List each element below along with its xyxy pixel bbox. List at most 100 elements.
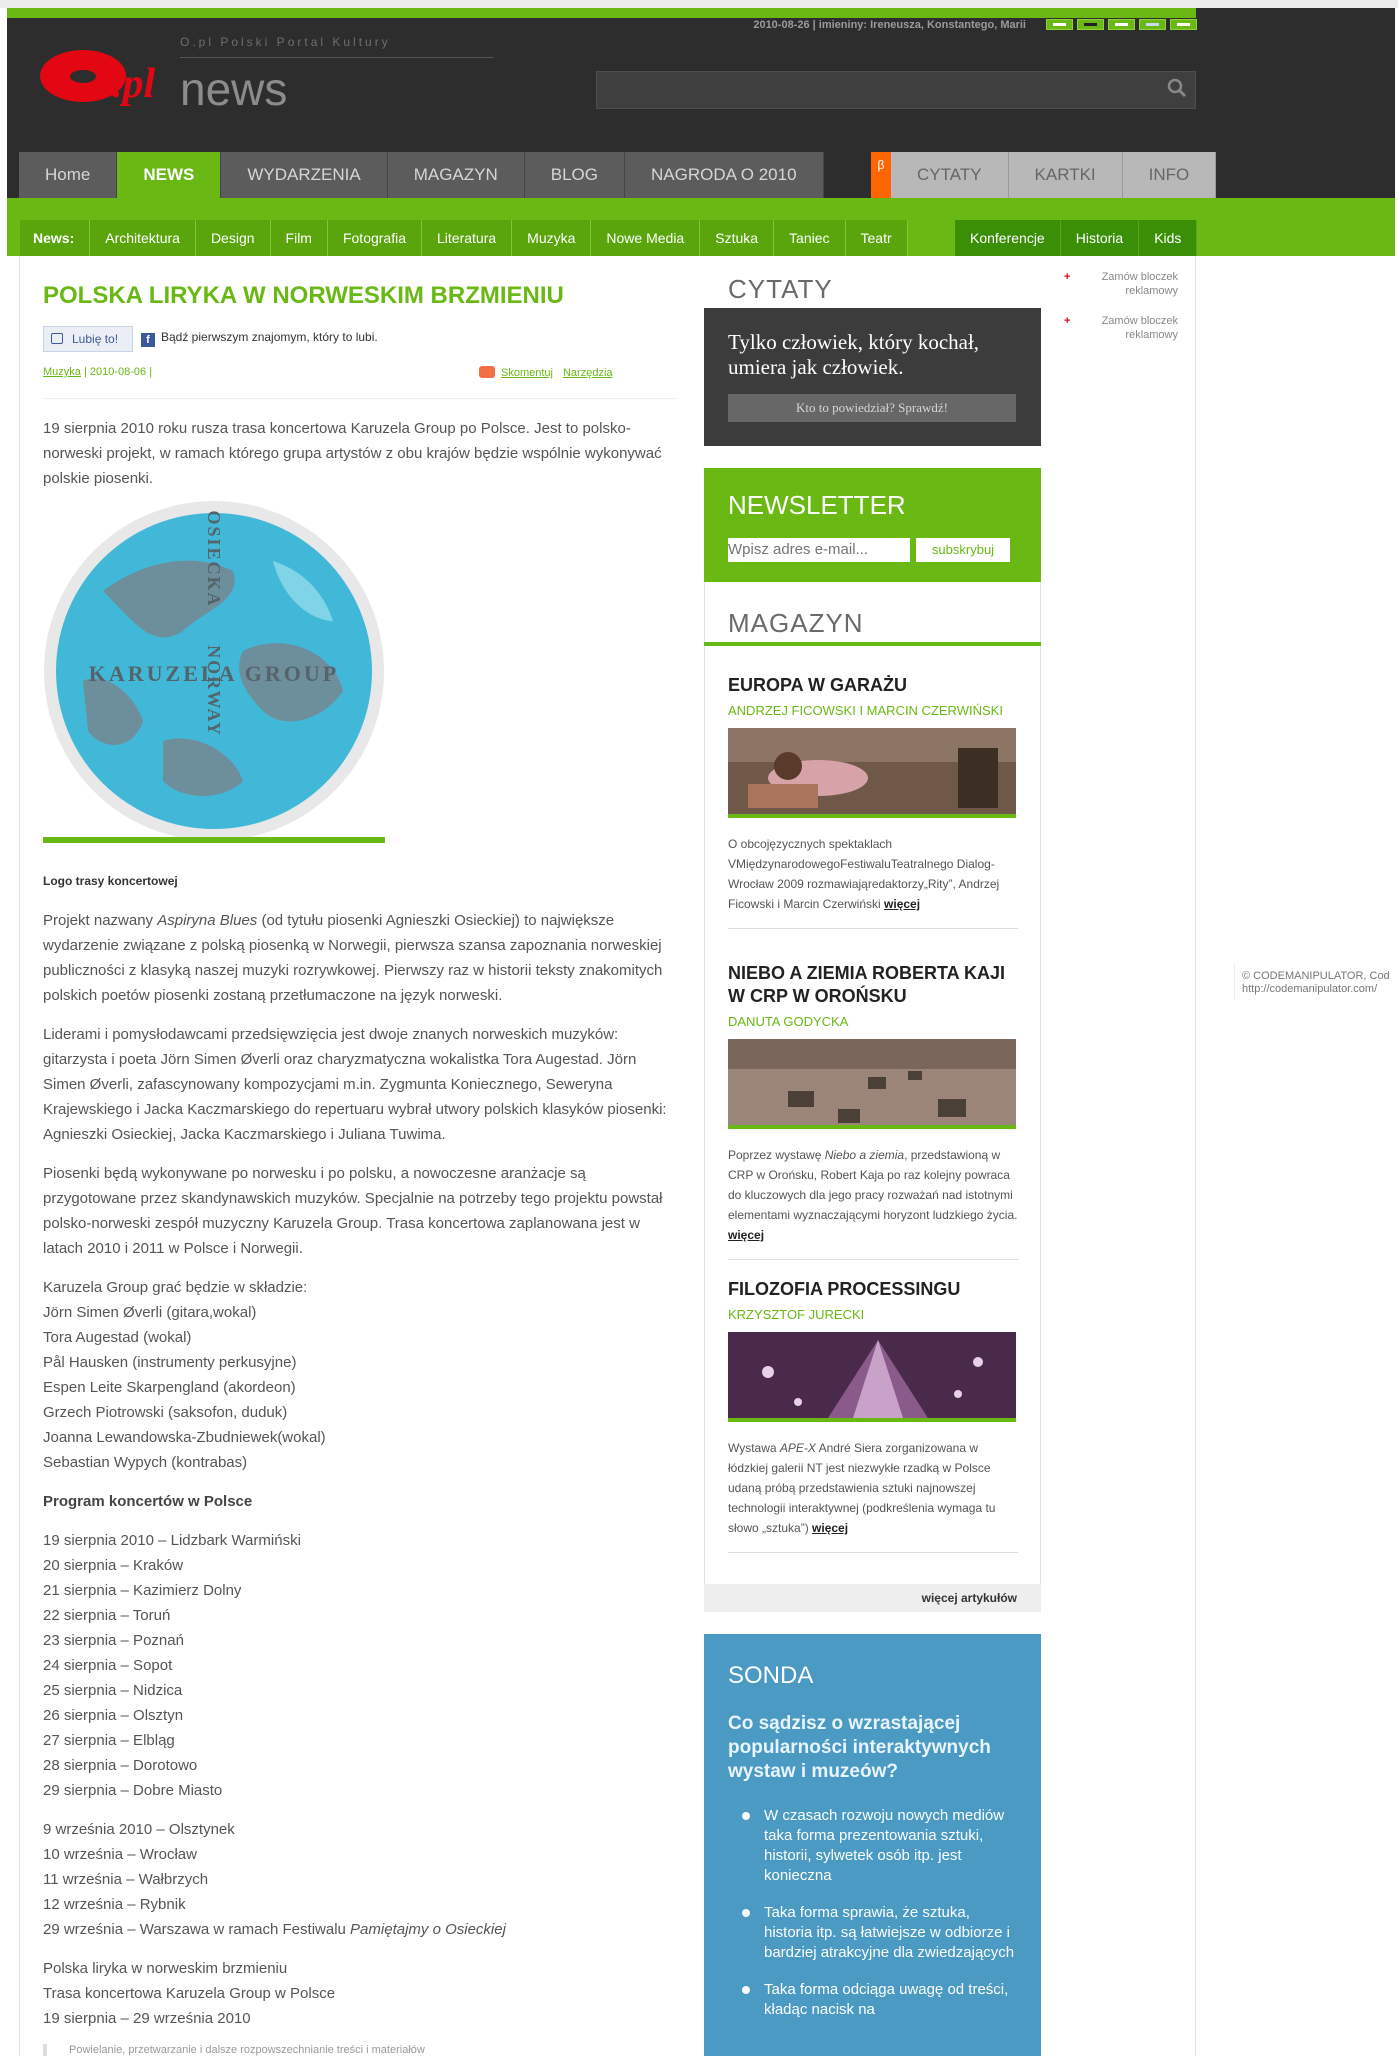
subnav-historia[interactable]: Historia [1061, 220, 1140, 256]
nav-news[interactable]: NEWS [117, 152, 222, 198]
magazine-article: NIEBO A ZIEMIA ROBERTA KAJI W CRP W OROŃ… [728, 962, 1018, 1260]
summary: Polska liryka w norweskim brzmieniu Tras… [43, 1960, 336, 2027]
lang-flag-3[interactable] [1108, 19, 1135, 30]
magazine-article-image[interactable] [728, 1332, 1016, 1422]
magazine-article-author: ANDRZEJ FICOWSKI I MARCIN CZERWIŃSKI [728, 703, 1003, 718]
image-text-norway: NORWAY [204, 645, 224, 737]
subnav-design[interactable]: Design [196, 220, 271, 256]
nav-blog[interactable]: BLOG [524, 152, 626, 198]
subnav-muzyka[interactable]: Muzyka [512, 220, 592, 256]
logo-pl: .pl [112, 61, 156, 107]
poll-option[interactable]: Taka forma sprawia, że sztuka, historia … [728, 1903, 1018, 1963]
subnav-kids[interactable]: Kids [1139, 220, 1198, 256]
ad-link[interactable]: + Zamów bloczek reklamowy [1060, 270, 1178, 298]
poll-option[interactable]: Taka forma odciąga uwagę od treści, kład… [728, 1980, 1018, 2020]
subnav-architektura[interactable]: Architektura [90, 220, 196, 256]
poll-option[interactable]: W czasach rozwoju nowych mediów taka for… [728, 1806, 1018, 1886]
logo-section: news [180, 63, 288, 115]
like-info: f Bądź pierwszym znajomym, który to lubi. [141, 330, 378, 347]
comment-link[interactable]: Skomentuj [501, 367, 553, 379]
subnav-teatr[interactable]: Teatr [846, 220, 908, 256]
tour-logo-image: KARUZELA GROUP OSIECKA NORWAY [43, 501, 385, 843]
nav-wydarzenia[interactable]: WYDARZENIA [221, 152, 388, 198]
subnav-nowe-media[interactable]: Nowe Media [591, 220, 701, 256]
search-input[interactable] [596, 71, 1196, 109]
magazine-article: EUROPA W GARAŻU ANDRZEJ FICOWSKI I MARCI… [728, 674, 1018, 929]
plus-icon: + [1064, 271, 1071, 283]
logo-subtitle: O.pl Polski Portal Kultury [180, 35, 391, 49]
article-title: POLSKA LIRYKA W NORWESKIM BRZMIENIU [43, 282, 564, 309]
magazyn-heading: MAGAZYN [728, 608, 864, 638]
thumbs-up-icon [51, 333, 63, 344]
more-link[interactable]: więcej [728, 1228, 764, 1242]
like-button[interactable]: Lubię to! [43, 326, 133, 352]
subnav-sztuka[interactable]: Sztuka [700, 220, 775, 256]
magazine-article-title[interactable]: FILOZOFIA PROCESSINGU [728, 1278, 1018, 1301]
more-link[interactable]: więcej [812, 1521, 848, 1535]
magazine-article-desc: O obcojęzycznych spektaklach VMiędzynaro… [728, 837, 1000, 911]
program-september: 9 września 2010 – Olsztynek 10 września … [43, 1821, 506, 1938]
magazine-article-image[interactable] [728, 728, 1016, 818]
subscribe-button[interactable]: subskrybuj [916, 538, 1010, 562]
poll-question: Co sądzisz o wzrastającej popularności i… [728, 1713, 991, 1782]
lang-flag-1[interactable] [1046, 19, 1073, 30]
lang-flag-5[interactable] [1170, 19, 1197, 30]
poll-answers: W czasach rozwoju nowych mediów taka for… [728, 1806, 1018, 2037]
nav-magazyn[interactable]: MAGAZYN [387, 152, 525, 198]
nav-kartki[interactable]: KARTKI [1008, 152, 1123, 198]
magazine-article-image[interactable] [728, 1039, 1016, 1129]
radio-icon[interactable] [742, 1986, 750, 1994]
codemanipulator-credit: © CODEMANIPULATOR, Cod http://codemanipul… [1242, 970, 1390, 995]
ad-link[interactable]: + Zamów bloczek reklamowy [1060, 314, 1178, 342]
date-nameday: 2010-08-26 | imieniny: Ireneusza, Konsta… [753, 19, 1026, 31]
magazyn-divider [704, 642, 1041, 646]
nav-nagroda[interactable]: NAGRODA O 2010 [625, 152, 824, 198]
program-august: 19 sierpnia 2010 – Lidzbark Warmiński 20… [43, 1532, 301, 1799]
newsletter-box: NEWSLETTER subskrybuj [704, 468, 1041, 582]
magazine-article: FILOZOFIA PROCESSINGU KRZYSZTOF JURECKI … [728, 1278, 1018, 1553]
search-icon[interactable] [1167, 78, 1187, 98]
subnav-fotografia[interactable]: Fotografia [328, 220, 423, 256]
radio-icon[interactable] [742, 1812, 750, 1820]
quote-text: Tylko człowiek, który kochał, umiera jak… [728, 330, 980, 379]
article: POLSKA LIRYKA W NORWESKIM BRZMIENIU Lubi… [43, 282, 677, 2056]
subnav-taniec[interactable]: Taniec [774, 220, 846, 256]
plus-icon: + [1064, 315, 1071, 327]
subnav-literatura[interactable]: Literatura [422, 220, 513, 256]
radio-icon[interactable] [742, 1909, 750, 1917]
more-articles-link[interactable]: więcej artykułów [704, 1584, 1041, 1612]
email-field[interactable] [728, 538, 910, 562]
like-label: Lubię to! [72, 332, 119, 346]
article-date: | 2010-08-06 | [80, 366, 153, 378]
subnav-label: News: [20, 220, 91, 256]
subnav-konferencje[interactable]: Konferencje [955, 220, 1061, 256]
like-text: Bądź pierwszym znajomym, który to lubi. [161, 330, 378, 344]
poll-box: SONDA Co sądzisz o wzrastającej popularn… [704, 1634, 1041, 2056]
paragraph-2: Liderami i pomysłodawcami przedsięwzięci… [43, 1026, 667, 1143]
article-actions: Skomentuj Narzędzia [479, 366, 623, 379]
top-strip [0, 0, 1398, 8]
more-link[interactable]: więcej [884, 897, 920, 911]
nav-info[interactable]: INFO [1122, 152, 1217, 198]
nav-home[interactable]: Home [19, 152, 118, 198]
subnav-film[interactable]: Film [271, 220, 328, 256]
lang-flag-4[interactable] [1139, 19, 1166, 30]
image-text-osiecka: OSIECKA [204, 510, 224, 607]
poll-heading: SONDA [728, 1662, 814, 1689]
magazine-article-desc: Poprzez wystawę Niebo a ziemia, przedsta… [728, 1148, 1018, 1242]
divider [43, 398, 677, 399]
tools-link[interactable]: Narzędzia [563, 367, 613, 379]
cytaty-heading: CYTATY [728, 274, 833, 304]
nav-right: β CYTATY KARTKI INFO [871, 152, 1217, 198]
quote-box: Tylko człowiek, który kochał, umiera jak… [704, 308, 1041, 446]
lang-flag-2[interactable] [1077, 19, 1104, 30]
article-intro: 19 sierpnia 2010 roku rusza trasa koncer… [43, 420, 662, 487]
paragraph-3: Piosenki będą wykonywane po norwesku i p… [43, 1165, 663, 1257]
magazine-article-title[interactable]: NIEBO A ZIEMIA ROBERTA KAJI W CRP W OROŃ… [728, 962, 1018, 1008]
magazine-article-title[interactable]: EUROPA W GARAŻU [728, 674, 1018, 697]
header-green-line [7, 8, 1196, 18]
quote-author-button[interactable]: Kto to powiedział? Sprawdź! [728, 394, 1016, 422]
nav-cytaty[interactable]: CYTATY [891, 152, 1009, 198]
newsletter-heading: NEWSLETTER [728, 490, 906, 520]
category-link[interactable]: Muzyka [43, 366, 81, 378]
